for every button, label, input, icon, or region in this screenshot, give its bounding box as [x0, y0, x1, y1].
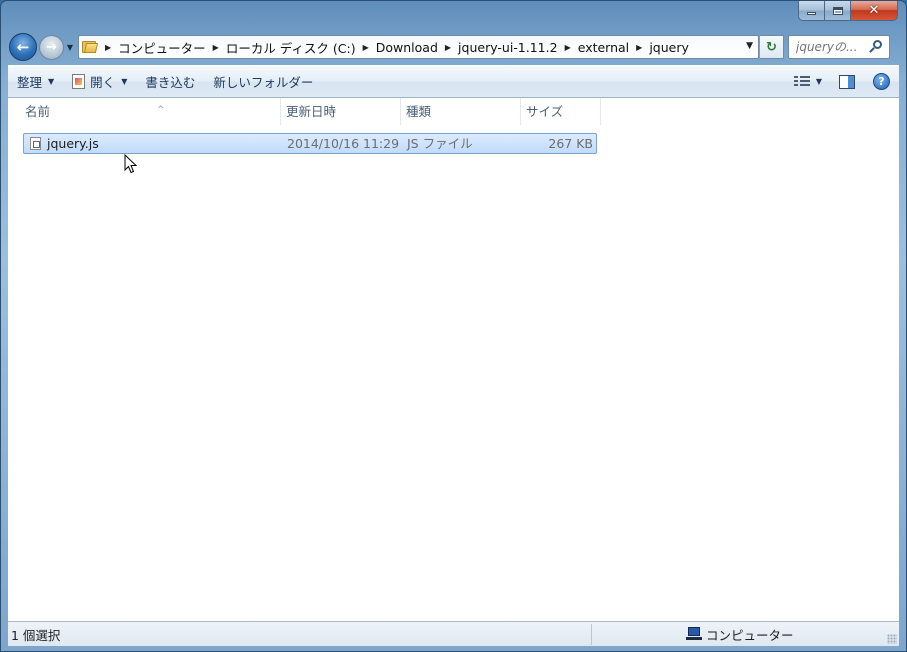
caption-buttons: ✕	[798, 1, 898, 22]
file-name: jquery.js	[47, 136, 99, 151]
column-headers: 名前 ^ 更新日時 種類 サイズ	[8, 98, 899, 125]
address-history-dropdown[interactable]: ▼	[746, 41, 753, 51]
breadcrumb-arrow[interactable]: ▶	[213, 43, 219, 52]
breadcrumb-jquery-ui[interactable]: jquery-ui-1.11.2	[458, 40, 558, 55]
minimize-button[interactable]	[798, 1, 825, 21]
refresh-button[interactable]: ↻	[760, 35, 784, 59]
status-divider	[591, 623, 592, 645]
chevron-down-icon: ▼	[48, 77, 55, 86]
maximize-button[interactable]	[825, 1, 851, 21]
navigation-bar: ← → ▼ ▶ コンピューター ▶ ローカル ディスク (C:) ▶ Downl…	[9, 32, 898, 62]
breadcrumb-arrow[interactable]: ▶	[445, 43, 451, 52]
change-view-button[interactable]	[785, 70, 814, 94]
breadcrumb-jquery[interactable]: jquery	[649, 40, 689, 55]
resize-grip[interactable]	[887, 634, 897, 644]
open-label: 開く	[90, 75, 116, 90]
command-bar: 整理 ▼ 開く ▼ 書き込む 新しいフォルダー ▼ ?	[8, 65, 899, 98]
search-input[interactable]	[796, 40, 866, 54]
file-type: JS ファイル	[407, 136, 473, 151]
file-size: 267 KB	[548, 136, 593, 151]
computer-icon	[686, 627, 702, 641]
command-bar-right: ▼ ?	[785, 70, 899, 94]
chevron-down-icon: ▼	[66, 42, 74, 52]
column-header-size-label: サイズ	[526, 104, 564, 119]
breadcrumb-root-arrow[interactable]: ▶	[105, 43, 111, 52]
chevron-down-icon[interactable]: ▼	[121, 77, 127, 86]
organize-label: 整理	[17, 75, 43, 90]
search-icon[interactable]	[869, 40, 883, 54]
close-button[interactable]: ✕	[851, 1, 898, 21]
js-file-icon	[30, 137, 41, 150]
organize-button[interactable]: 整理 ▼	[8, 70, 63, 94]
recent-pages-dropdown[interactable]: ▼	[65, 43, 75, 52]
chevron-down-icon: ▼	[815, 77, 822, 86]
new-folder-label: 新しいフォルダー	[213, 75, 314, 90]
column-header-modified-label: 更新日時	[286, 104, 337, 119]
forward-arrow-icon: →	[46, 39, 57, 55]
file-list-pane[interactable]: 名前 ^ 更新日時 種類 サイズ jquery.js 2014/10/16 11…	[8, 98, 899, 621]
details-view-icon	[793, 75, 810, 88]
open-button[interactable]: 開く ▼	[63, 70, 136, 94]
breadcrumb-arrow[interactable]: ▶	[565, 43, 571, 52]
refresh-icon: ↻	[766, 39, 777, 55]
column-header-size[interactable]: サイズ	[521, 98, 601, 125]
back-button[interactable]: ←	[9, 33, 37, 61]
column-header-name-label: 名前	[25, 104, 51, 119]
search-box[interactable]	[788, 35, 890, 59]
sort-ascending-icon: ^	[157, 105, 165, 115]
breadcrumb-external[interactable]: external	[578, 40, 629, 55]
breadcrumb-download[interactable]: Download	[376, 40, 438, 55]
column-header-type[interactable]: 種類	[401, 98, 521, 125]
open-with-icon	[72, 74, 86, 89]
close-icon: ✕	[868, 3, 880, 18]
file-row-jquery-js[interactable]: jquery.js 2014/10/16 11:29 JS ファイル 267 K…	[23, 133, 597, 154]
selection-count: 1 個選択	[11, 627, 61, 643]
file-modified: 2014/10/16 11:29	[287, 136, 400, 151]
back-arrow-icon: ←	[16, 38, 30, 56]
column-header-name[interactable]: 名前 ^	[20, 98, 281, 125]
maximize-icon	[832, 6, 843, 15]
mouse-cursor-icon	[124, 154, 138, 174]
breadcrumb-computer[interactable]: コンピューター	[118, 38, 206, 57]
burn-label: 書き込む	[145, 75, 196, 90]
preview-pane-button[interactable]	[830, 70, 864, 94]
status-location: コンピューター	[686, 625, 794, 644]
column-header-type-label: 種類	[406, 104, 432, 119]
help-icon: ?	[873, 73, 890, 90]
breadcrumb-local-disk[interactable]: ローカル ディスク (C:)	[226, 38, 356, 57]
forward-button[interactable]: →	[39, 34, 64, 60]
breadcrumb-arrow[interactable]: ▶	[636, 43, 642, 52]
view-options-dropdown[interactable]: ▼	[814, 70, 830, 94]
address-bar[interactable]: ▶ コンピューター ▶ ローカル ディスク (C:) ▶ Download ▶ …	[78, 35, 759, 59]
status-bar: 1 個選択 コンピューター	[8, 621, 899, 646]
burn-button[interactable]: 書き込む	[136, 70, 204, 94]
help-button[interactable]: ?	[864, 70, 899, 94]
preview-pane-icon	[839, 74, 855, 89]
status-location-label: コンピューター	[706, 627, 794, 643]
new-folder-button[interactable]: 新しいフォルダー	[204, 70, 322, 94]
explorer-window: ✕ ← → ▼ ▶ コンピューター ▶ ローカル ディスク (C:) ▶ Dow…	[0, 0, 907, 652]
column-header-modified[interactable]: 更新日時	[281, 98, 401, 125]
minimize-icon	[807, 12, 816, 15]
breadcrumb-arrow[interactable]: ▶	[363, 43, 369, 52]
folder-icon	[82, 40, 99, 54]
